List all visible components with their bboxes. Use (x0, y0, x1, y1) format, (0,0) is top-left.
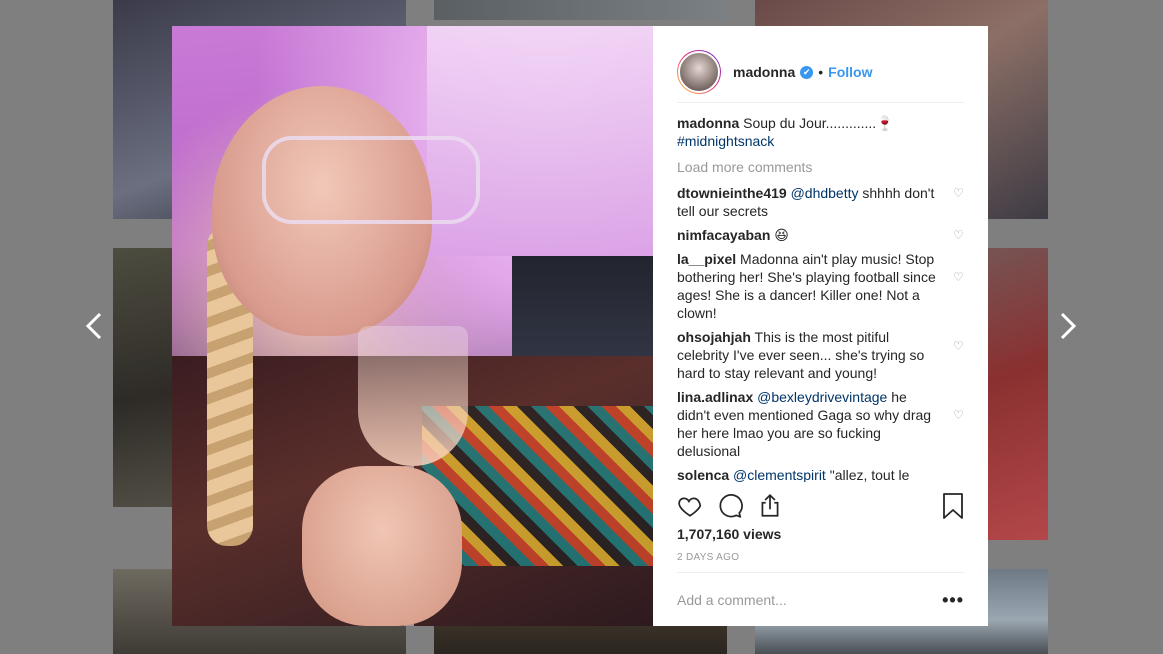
hand (302, 466, 462, 626)
caption-username[interactable]: madonna (677, 115, 739, 131)
comment-mention[interactable]: @dhdbetty (791, 185, 859, 201)
avatar (678, 51, 720, 93)
bookmark-icon[interactable] (942, 493, 964, 519)
next-post-button[interactable] (1051, 308, 1085, 344)
comments-list[interactable]: madonna Soup du Jour.............🍷 #midn… (677, 114, 967, 482)
comment-item: nimfacayaban 😆 ♡ (677, 226, 967, 244)
load-more-comments-button[interactable]: Load more comments (677, 158, 967, 176)
comment-input[interactable] (677, 592, 943, 608)
grid-thumbnail[interactable] (434, 0, 727, 20)
post-timestamp[interactable]: 2 DAYS AGO (677, 552, 739, 563)
like-comment-heart-icon[interactable]: ♡ (953, 187, 965, 199)
post-actions (677, 490, 964, 522)
follow-button[interactable]: Follow (828, 64, 872, 80)
comment-item: ohsojahjah This is the most pitiful cele… (677, 328, 967, 382)
wine-glass (358, 326, 468, 466)
avatar-story-ring[interactable] (677, 50, 721, 94)
separator-dot: • (818, 64, 824, 80)
share-icon[interactable] (757, 493, 783, 519)
like-heart-icon[interactable] (677, 493, 703, 519)
post-header: madonna ✔ • Follow (677, 42, 964, 103)
comment-username[interactable]: ohsojahjah (677, 329, 751, 345)
chevron-left-icon (85, 312, 102, 340)
comment-bubble-icon[interactable] (717, 493, 743, 519)
author-username[interactable]: madonna (733, 64, 795, 80)
previous-post-button[interactable] (77, 308, 111, 344)
hashtag-link[interactable]: #midnightsnack (677, 132, 967, 150)
caption-text: Soup du Jour.............🍷 (739, 115, 894, 131)
like-comment-heart-icon[interactable]: ♡ (953, 340, 965, 352)
comment-text: "allez, tout le (825, 467, 910, 482)
eyeglasses (262, 136, 480, 224)
chevron-right-icon (1060, 312, 1077, 340)
view-count[interactable]: 1,707,160 views (677, 526, 781, 542)
comment-username[interactable]: la__pixel (677, 251, 736, 267)
add-comment-bar: ••• (677, 572, 964, 627)
post-video[interactable] (172, 26, 653, 626)
comment-item: dtownieinthe419 @dhdbetty shhhh don't te… (677, 184, 967, 220)
like-comment-heart-icon[interactable]: ♡ (953, 409, 965, 421)
post-caption: madonna Soup du Jour.............🍷 #midn… (677, 114, 967, 150)
comment-item: la__pixel Madonna ain't play music! Stop… (677, 250, 967, 322)
verified-badge-icon: ✔ (800, 65, 814, 79)
comment-username[interactable]: dtownieinthe419 (677, 185, 787, 201)
comment-username[interactable]: lina.adlinax (677, 389, 753, 405)
comment-username[interactable]: solenca (677, 467, 729, 482)
comment-username[interactable]: nimfacayaban (677, 227, 770, 243)
comment-item: solenca @clementspirit "allez, tout le (677, 466, 967, 482)
comment-mention[interactable]: @bexleydrivevintage (757, 389, 887, 405)
post-modal: madonna ✔ • Follow madonna Soup du Jour.… (172, 26, 988, 626)
more-options-button[interactable]: ••• (942, 590, 964, 611)
like-comment-heart-icon[interactable]: ♡ (953, 229, 965, 241)
comment-text: 😆 (770, 227, 789, 243)
comment-item: lina.adlinax @bexleydrivevintage he didn… (677, 388, 967, 460)
post-sidebar: madonna ✔ • Follow madonna Soup du Jour.… (653, 26, 988, 626)
like-comment-heart-icon[interactable]: ♡ (953, 271, 965, 283)
comment-mention[interactable]: @clementspirit (733, 467, 826, 482)
